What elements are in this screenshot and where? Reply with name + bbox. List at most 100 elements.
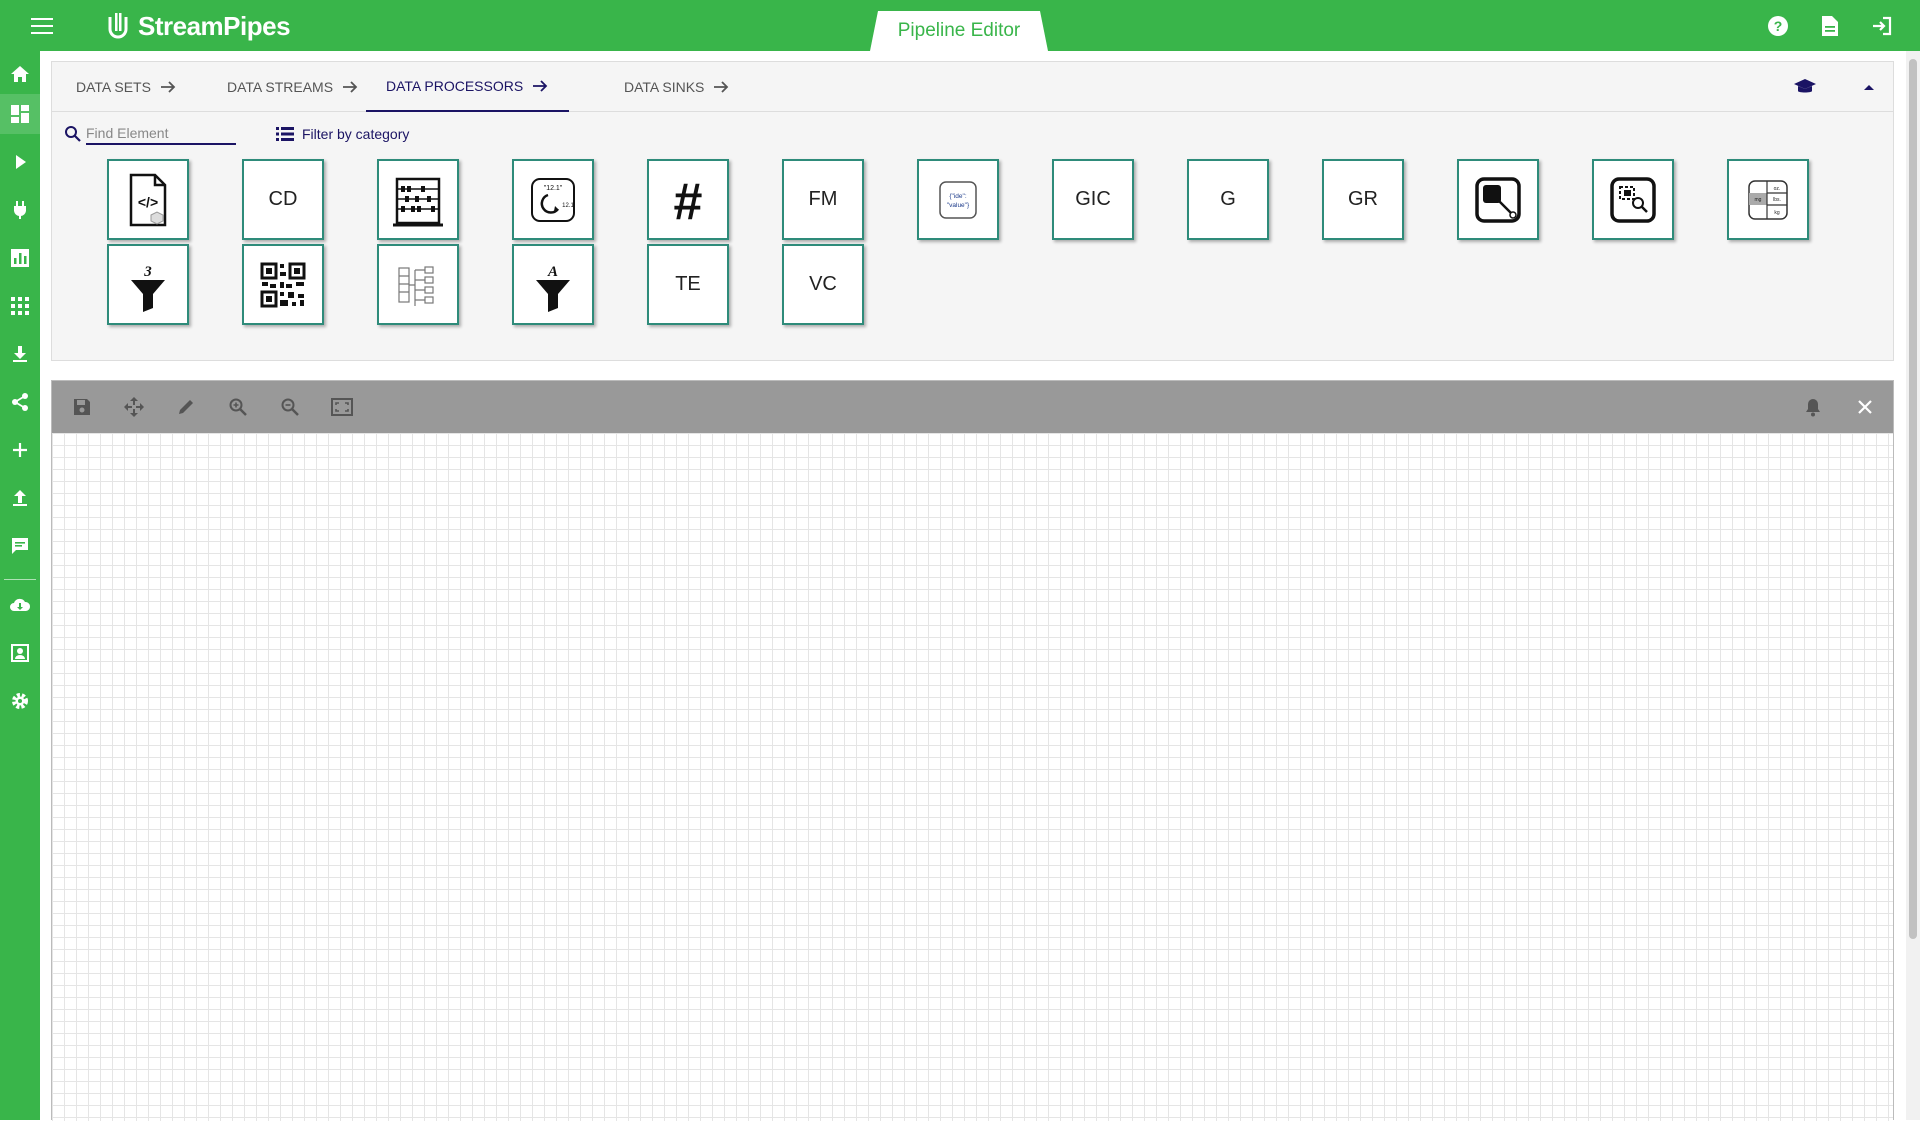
help-icon[interactable]: ? — [1764, 12, 1792, 40]
processor-tile[interactable]: mg oz. lbs. kg — [1727, 159, 1809, 240]
processor-abbreviation: VC — [809, 273, 837, 295]
processor-tile[interactable]: A — [512, 244, 594, 325]
tab-label: DATA SINKS — [624, 79, 705, 95]
processor-abbreviation: GR — [1348, 188, 1378, 210]
processor-tile[interactable] — [377, 159, 459, 240]
processor-abbreviation: TE — [675, 273, 701, 295]
svg-text:mg: mg — [1755, 197, 1762, 203]
svg-text:A: A — [547, 264, 558, 280]
svg-text:lbs.: lbs. — [1773, 197, 1781, 203]
add-icon[interactable] — [0, 430, 40, 470]
cloud-download-icon[interactable] — [0, 585, 40, 625]
left-sidebar — [0, 51, 40, 1120]
save-icon[interactable] — [68, 393, 96, 421]
processor-abbreviation: G — [1220, 188, 1236, 210]
filter-by-category-button[interactable]: Filter by category — [276, 122, 409, 146]
tab-data-sets[interactable]: DATA SETS — [76, 62, 177, 112]
processor-tile[interactable]: {"ide": "value"} — [917, 159, 999, 240]
processor-tile[interactable]: VC — [782, 244, 864, 325]
text-filter-icon: A — [536, 264, 570, 312]
element-type-tabs: DATA SETS DATA STREAMS DATA PROCESSORS D… — [52, 62, 1893, 112]
page-scrollbar[interactable] — [1906, 51, 1920, 1120]
svg-text:#: # — [674, 173, 703, 231]
edit-icon[interactable] — [172, 393, 200, 421]
tab-data-processors[interactable]: DATA PROCESSORS — [366, 62, 570, 112]
pipeline-editor — [51, 380, 1894, 1121]
svg-text:{"ide":: {"ide": — [949, 193, 966, 200]
document-icon[interactable] — [1816, 12, 1844, 40]
editor-toolbar — [52, 381, 1893, 433]
app-logo[interactable]: StreamPipes — [104, 9, 291, 43]
notifications-icon[interactable] — [0, 526, 40, 566]
share-icon[interactable] — [0, 382, 40, 422]
home-icon[interactable] — [0, 54, 40, 94]
processor-tile[interactable]: CD — [242, 159, 324, 240]
bell-icon[interactable] — [1799, 393, 1827, 421]
svg-text:oz.: oz. — [1774, 186, 1781, 192]
chart-icon[interactable] — [0, 238, 40, 278]
element-selection-panel: DATA SETS DATA STREAMS DATA PROCESSORS D… — [51, 61, 1894, 361]
pan-icon[interactable] — [120, 393, 148, 421]
processor-tile[interactable] — [242, 244, 324, 325]
processor-tile[interactable]: FM — [782, 159, 864, 240]
logout-icon[interactable] — [1868, 12, 1896, 40]
settings-icon[interactable] — [0, 681, 40, 721]
top-bar: StreamPipes Pipeline Editor ? — [0, 0, 1920, 51]
play-icon[interactable] — [0, 142, 40, 182]
processor-tile[interactable]: # — [647, 159, 729, 240]
streampipes-logo-icon — [108, 13, 128, 39]
processor-tile[interactable]: TE — [647, 244, 729, 325]
list-tree-icon — [398, 265, 434, 306]
unit-table-icon: mg oz. lbs. kg — [1748, 179, 1788, 220]
processor-tile[interactable]: GIC — [1052, 159, 1134, 240]
arrow-right-icon — [343, 81, 358, 93]
plug-icon[interactable] — [0, 190, 40, 230]
processor-tile[interactable] — [377, 244, 459, 325]
tab-label: DATA SETS — [76, 79, 151, 95]
json-key-value-icon: {"ide": "value"} — [939, 180, 977, 219]
tab-data-streams[interactable]: DATA STREAMS — [227, 62, 359, 112]
code-document-icon: </> — [129, 173, 167, 226]
search-input[interactable] — [86, 123, 236, 145]
processor-tile[interactable] — [1457, 159, 1539, 240]
pipeline-canvas[interactable] — [52, 433, 1893, 1121]
processor-abbreviation: GIC — [1075, 188, 1111, 210]
svg-text:"12.1": "12.1" — [544, 185, 563, 192]
zoom-in-icon[interactable] — [224, 393, 252, 421]
svg-text:"value"}: "value"} — [947, 202, 970, 209]
dashboard-icon[interactable] — [0, 94, 40, 134]
profile-icon[interactable] — [0, 633, 40, 673]
image-crop-icon — [1475, 176, 1521, 223]
numeric-filter-icon: 3 — [131, 264, 165, 312]
apps-grid-icon[interactable] — [0, 286, 40, 326]
processor-tile[interactable] — [1592, 159, 1674, 240]
arrow-right-icon — [714, 81, 729, 93]
processor-abbreviation: FM — [808, 188, 838, 210]
svg-text:3: 3 — [143, 264, 152, 280]
menu-icon[interactable] — [28, 14, 56, 38]
list-icon — [276, 127, 294, 141]
collapse-panel-icon[interactable] — [1855, 73, 1883, 101]
svg-text:12.1: 12.1 — [562, 203, 574, 209]
zoom-out-icon[interactable] — [276, 393, 304, 421]
close-icon[interactable] — [1851, 393, 1879, 421]
qr-code-icon — [260, 262, 306, 307]
tab-label: DATA PROCESSORS — [386, 78, 524, 94]
fit-screen-icon[interactable] — [328, 393, 356, 421]
processor-tile[interactable]: GR — [1322, 159, 1404, 240]
arrow-right-icon — [160, 81, 176, 93]
tab-data-sinks[interactable]: DATA SINKS — [624, 62, 730, 112]
arrow-right-icon — [533, 80, 548, 92]
upload-icon[interactable] — [0, 478, 40, 518]
processor-tile[interactable]: "12.1" 12.1 — [512, 159, 594, 240]
processor-tile[interactable]: 3 — [107, 244, 189, 325]
processor-tile[interactable]: G — [1187, 159, 1269, 240]
app-name: StreamPipes — [138, 10, 291, 41]
tutorial-icon[interactable] — [1791, 73, 1819, 101]
scrollbar-thumb[interactable] — [1909, 59, 1917, 939]
svg-text:kg: kg — [1774, 210, 1780, 216]
download-icon[interactable] — [0, 334, 40, 374]
filter-label: Filter by category — [302, 126, 410, 142]
pipeline-editor-tab[interactable]: Pipeline Editor — [870, 11, 1048, 51]
processor-tile[interactable]: </> — [107, 159, 189, 240]
